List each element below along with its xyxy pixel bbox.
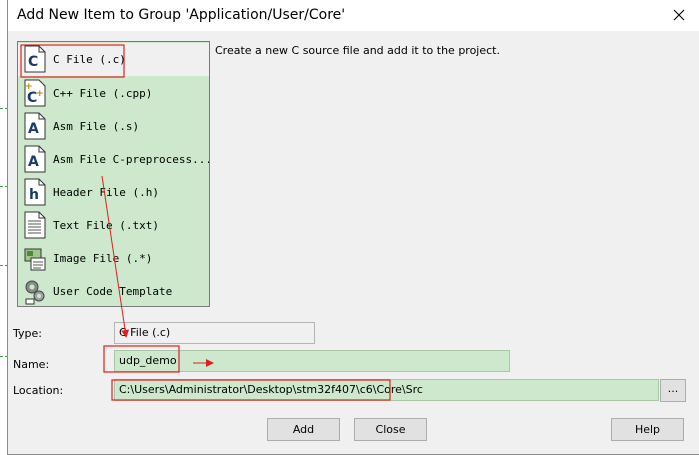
list-item-label: Asm File (.s) bbox=[53, 120, 140, 133]
name-input[interactable]: udp_demo bbox=[114, 350, 510, 372]
list-item-label: Header File (.h) bbox=[53, 186, 159, 199]
image-file-icon bbox=[24, 248, 46, 271]
text-file-icon bbox=[24, 211, 46, 239]
svg-text:A: A bbox=[28, 121, 39, 137]
type-field: C File (.c) bbox=[114, 322, 315, 344]
list-item-header-file[interactable]: h Header File (.h) bbox=[18, 176, 209, 209]
file-type-list[interactable]: C C File (.c) C + + C++ File (.cpp) A As… bbox=[17, 41, 210, 307]
add-button[interactable]: Add bbox=[267, 418, 340, 441]
title-bar: Add New Item to Group 'Application/User/… bbox=[8, 0, 699, 31]
location-label: Location: bbox=[13, 384, 64, 397]
location-input[interactable]: C:\Users\Administrator\Desktop\stm32f407… bbox=[114, 379, 659, 401]
file-type-description: Create a new C source file and add it to… bbox=[215, 44, 500, 57]
svg-text:+: + bbox=[36, 89, 44, 99]
list-item-asm-file[interactable]: A Asm File (.s) bbox=[18, 110, 209, 143]
name-label: Name: bbox=[13, 358, 50, 371]
list-item-label: Text File (.txt) bbox=[53, 219, 159, 232]
asm-file-icon: A bbox=[24, 112, 46, 140]
header-file-icon: h bbox=[24, 178, 46, 206]
list-item-label: Asm File C-preprocess... bbox=[53, 153, 210, 166]
browse-button[interactable]: ... bbox=[660, 379, 686, 402]
list-item-user-template[interactable]: User Code Template bbox=[18, 275, 209, 306]
list-item-cpp-file[interactable]: C + + C++ File (.cpp) bbox=[18, 77, 209, 110]
list-item-image-file[interactable]: Image File (.*) bbox=[18, 242, 209, 275]
asm-preprocess-file-icon: A bbox=[24, 145, 46, 173]
add-new-item-dialog: Add New Item to Group 'Application/User/… bbox=[7, 0, 699, 455]
svg-text:C: C bbox=[28, 54, 38, 70]
svg-text:+: + bbox=[25, 82, 33, 92]
list-item-label: Image File (.*) bbox=[53, 252, 153, 265]
close-icon[interactable] bbox=[669, 5, 689, 25]
svg-text:h: h bbox=[29, 187, 39, 203]
type-label: Type: bbox=[13, 327, 42, 340]
list-item-label: C++ File (.cpp) bbox=[53, 87, 153, 100]
dialog-title: Add New Item to Group 'Application/User/… bbox=[17, 7, 346, 23]
list-item-asm-preprocess-file[interactable]: A Asm File C-preprocess... bbox=[18, 143, 209, 176]
help-button[interactable]: Help bbox=[611, 418, 684, 441]
list-item-label: C File (.c) bbox=[53, 53, 126, 66]
list-item-text-file[interactable]: Text File (.txt) bbox=[18, 209, 209, 242]
cpp-file-icon: C + + bbox=[24, 79, 46, 107]
list-item-c-file[interactable]: C C File (.c) bbox=[18, 43, 209, 76]
c-file-icon: C bbox=[24, 45, 46, 73]
close-button[interactable]: Close bbox=[354, 418, 427, 441]
user-template-icon bbox=[25, 280, 45, 305]
svg-text:A: A bbox=[28, 154, 39, 170]
list-item-label: User Code Template bbox=[53, 285, 173, 298]
